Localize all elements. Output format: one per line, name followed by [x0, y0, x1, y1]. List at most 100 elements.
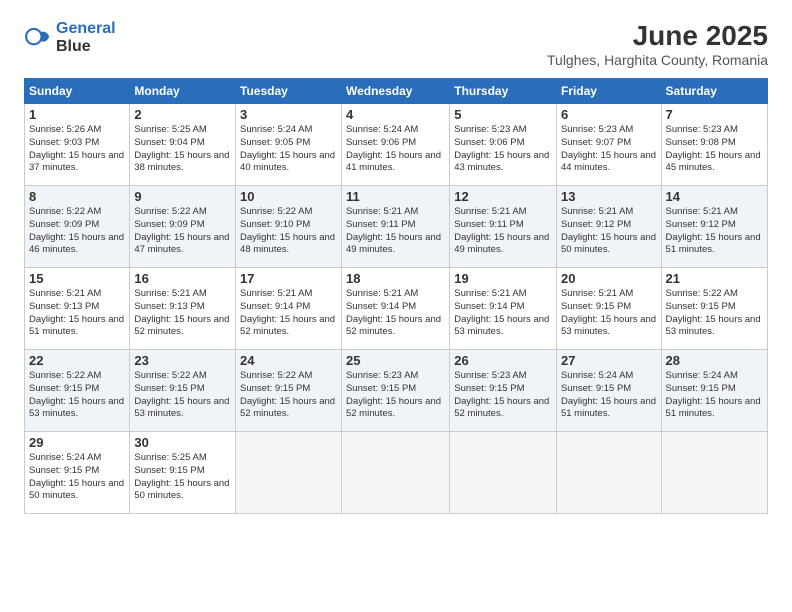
calendar-cell: 24 Sunrise: 5:22 AM Sunset: 9:15 PM Dayl…: [236, 350, 342, 432]
calendar-cell: 14 Sunrise: 5:21 AM Sunset: 9:12 PM Dayl…: [661, 186, 767, 268]
day-number: 19: [454, 271, 552, 286]
day-number: 23: [134, 353, 231, 368]
calendar-cell: [556, 432, 661, 514]
day-info: Sunrise: 5:24 AM Sunset: 9:15 PM Dayligh…: [666, 370, 763, 421]
col-header-friday: Friday: [556, 79, 661, 104]
day-info: Sunrise: 5:25 AM Sunset: 9:15 PM Dayligh…: [134, 452, 231, 503]
day-number: 26: [454, 353, 552, 368]
day-info: Sunrise: 5:21 AM Sunset: 9:12 PM Dayligh…: [666, 206, 763, 257]
day-info: Sunrise: 5:22 AM Sunset: 9:15 PM Dayligh…: [134, 370, 231, 421]
calendar-cell: 10 Sunrise: 5:22 AM Sunset: 9:10 PM Dayl…: [236, 186, 342, 268]
day-info: Sunrise: 5:22 AM Sunset: 9:09 PM Dayligh…: [29, 206, 125, 257]
day-number: 4: [346, 107, 445, 122]
day-info: Sunrise: 5:21 AM Sunset: 9:12 PM Dayligh…: [561, 206, 657, 257]
day-number: 29: [29, 435, 125, 450]
day-info: Sunrise: 5:22 AM Sunset: 9:10 PM Dayligh…: [240, 206, 337, 257]
calendar-cell: 13 Sunrise: 5:21 AM Sunset: 9:12 PM Dayl…: [556, 186, 661, 268]
day-info: Sunrise: 5:21 AM Sunset: 9:11 PM Dayligh…: [346, 206, 445, 257]
day-info: Sunrise: 5:21 AM Sunset: 9:14 PM Dayligh…: [346, 288, 445, 339]
col-header-wednesday: Wednesday: [341, 79, 449, 104]
day-info: Sunrise: 5:21 AM Sunset: 9:13 PM Dayligh…: [134, 288, 231, 339]
day-number: 8: [29, 189, 125, 204]
day-number: 17: [240, 271, 337, 286]
day-info: Sunrise: 5:24 AM Sunset: 9:15 PM Dayligh…: [29, 452, 125, 503]
main-title: June 2025: [547, 20, 768, 52]
week-row-3: 15 Sunrise: 5:21 AM Sunset: 9:13 PM Dayl…: [25, 268, 768, 350]
calendar-cell: 20 Sunrise: 5:21 AM Sunset: 9:15 PM Dayl…: [556, 268, 661, 350]
col-header-monday: Monday: [130, 79, 236, 104]
day-info: Sunrise: 5:23 AM Sunset: 9:15 PM Dayligh…: [346, 370, 445, 421]
col-header-tuesday: Tuesday: [236, 79, 342, 104]
header: General Blue June 2025 Tulghes, Harghita…: [24, 20, 768, 68]
calendar-cell: 12 Sunrise: 5:21 AM Sunset: 9:11 PM Dayl…: [450, 186, 557, 268]
calendar-cell: 26 Sunrise: 5:23 AM Sunset: 9:15 PM Dayl…: [450, 350, 557, 432]
day-info: Sunrise: 5:22 AM Sunset: 9:15 PM Dayligh…: [29, 370, 125, 421]
day-number: 5: [454, 107, 552, 122]
logo-text: General Blue: [56, 20, 116, 55]
week-row-2: 8 Sunrise: 5:22 AM Sunset: 9:09 PM Dayli…: [25, 186, 768, 268]
day-number: 7: [666, 107, 763, 122]
calendar-cell: 9 Sunrise: 5:22 AM Sunset: 9:09 PM Dayli…: [130, 186, 236, 268]
day-info: Sunrise: 5:24 AM Sunset: 9:15 PM Dayligh…: [561, 370, 657, 421]
calendar-cell: 11 Sunrise: 5:21 AM Sunset: 9:11 PM Dayl…: [341, 186, 449, 268]
calendar-cell: 6 Sunrise: 5:23 AM Sunset: 9:07 PM Dayli…: [556, 104, 661, 186]
day-number: 12: [454, 189, 552, 204]
day-number: 22: [29, 353, 125, 368]
day-info: Sunrise: 5:25 AM Sunset: 9:04 PM Dayligh…: [134, 124, 231, 175]
calendar-cell: 17 Sunrise: 5:21 AM Sunset: 9:14 PM Dayl…: [236, 268, 342, 350]
day-number: 11: [346, 189, 445, 204]
day-number: 15: [29, 271, 125, 286]
calendar-cell: 19 Sunrise: 5:21 AM Sunset: 9:14 PM Dayl…: [450, 268, 557, 350]
day-number: 21: [666, 271, 763, 286]
calendar-cell: 3 Sunrise: 5:24 AM Sunset: 9:05 PM Dayli…: [236, 104, 342, 186]
subtitle: Tulghes, Harghita County, Romania: [547, 52, 768, 68]
day-info: Sunrise: 5:21 AM Sunset: 9:14 PM Dayligh…: [454, 288, 552, 339]
col-header-sunday: Sunday: [25, 79, 130, 104]
calendar-cell: 29 Sunrise: 5:24 AM Sunset: 9:15 PM Dayl…: [25, 432, 130, 514]
calendar-cell: 21 Sunrise: 5:22 AM Sunset: 9:15 PM Dayl…: [661, 268, 767, 350]
day-info: Sunrise: 5:23 AM Sunset: 9:07 PM Dayligh…: [561, 124, 657, 175]
day-number: 27: [561, 353, 657, 368]
week-row-1: 1 Sunrise: 5:26 AM Sunset: 9:03 PM Dayli…: [25, 104, 768, 186]
day-info: Sunrise: 5:22 AM Sunset: 9:15 PM Dayligh…: [240, 370, 337, 421]
col-header-thursday: Thursday: [450, 79, 557, 104]
day-info: Sunrise: 5:23 AM Sunset: 9:15 PM Dayligh…: [454, 370, 552, 421]
calendar-cell: 2 Sunrise: 5:25 AM Sunset: 9:04 PM Dayli…: [130, 104, 236, 186]
calendar-cell: [661, 432, 767, 514]
day-info: Sunrise: 5:21 AM Sunset: 9:14 PM Dayligh…: [240, 288, 337, 339]
calendar-cell: [341, 432, 449, 514]
calendar-cell: 22 Sunrise: 5:22 AM Sunset: 9:15 PM Dayl…: [25, 350, 130, 432]
calendar-cell: [450, 432, 557, 514]
page: General Blue June 2025 Tulghes, Harghita…: [0, 0, 792, 612]
calendar-cell: 1 Sunrise: 5:26 AM Sunset: 9:03 PM Dayli…: [25, 104, 130, 186]
calendar-cell: 27 Sunrise: 5:24 AM Sunset: 9:15 PM Dayl…: [556, 350, 661, 432]
day-number: 14: [666, 189, 763, 204]
calendar-cell: 4 Sunrise: 5:24 AM Sunset: 9:06 PM Dayli…: [341, 104, 449, 186]
day-info: Sunrise: 5:23 AM Sunset: 9:08 PM Dayligh…: [666, 124, 763, 175]
day-info: Sunrise: 5:24 AM Sunset: 9:06 PM Dayligh…: [346, 124, 445, 175]
day-number: 18: [346, 271, 445, 286]
day-number: 2: [134, 107, 231, 122]
day-number: 10: [240, 189, 337, 204]
calendar-cell: 16 Sunrise: 5:21 AM Sunset: 9:13 PM Dayl…: [130, 268, 236, 350]
calendar-cell: 25 Sunrise: 5:23 AM Sunset: 9:15 PM Dayl…: [341, 350, 449, 432]
calendar-cell: 28 Sunrise: 5:24 AM Sunset: 9:15 PM Dayl…: [661, 350, 767, 432]
day-number: 30: [134, 435, 231, 450]
calendar-cell: 23 Sunrise: 5:22 AM Sunset: 9:15 PM Dayl…: [130, 350, 236, 432]
col-header-saturday: Saturday: [661, 79, 767, 104]
calendar-cell: 5 Sunrise: 5:23 AM Sunset: 9:06 PM Dayli…: [450, 104, 557, 186]
calendar: SundayMondayTuesdayWednesdayThursdayFrid…: [24, 78, 768, 514]
calendar-cell: 30 Sunrise: 5:25 AM Sunset: 9:15 PM Dayl…: [130, 432, 236, 514]
calendar-cell: 15 Sunrise: 5:21 AM Sunset: 9:13 PM Dayl…: [25, 268, 130, 350]
day-info: Sunrise: 5:23 AM Sunset: 9:06 PM Dayligh…: [454, 124, 552, 175]
logo: General Blue: [24, 20, 116, 55]
day-number: 24: [240, 353, 337, 368]
day-number: 28: [666, 353, 763, 368]
day-info: Sunrise: 5:22 AM Sunset: 9:15 PM Dayligh…: [666, 288, 763, 339]
calendar-cell: 8 Sunrise: 5:22 AM Sunset: 9:09 PM Dayli…: [25, 186, 130, 268]
day-info: Sunrise: 5:26 AM Sunset: 9:03 PM Dayligh…: [29, 124, 125, 175]
logo-icon: [24, 24, 52, 52]
title-block: June 2025 Tulghes, Harghita County, Roma…: [547, 20, 768, 68]
day-info: Sunrise: 5:24 AM Sunset: 9:05 PM Dayligh…: [240, 124, 337, 175]
day-number: 16: [134, 271, 231, 286]
